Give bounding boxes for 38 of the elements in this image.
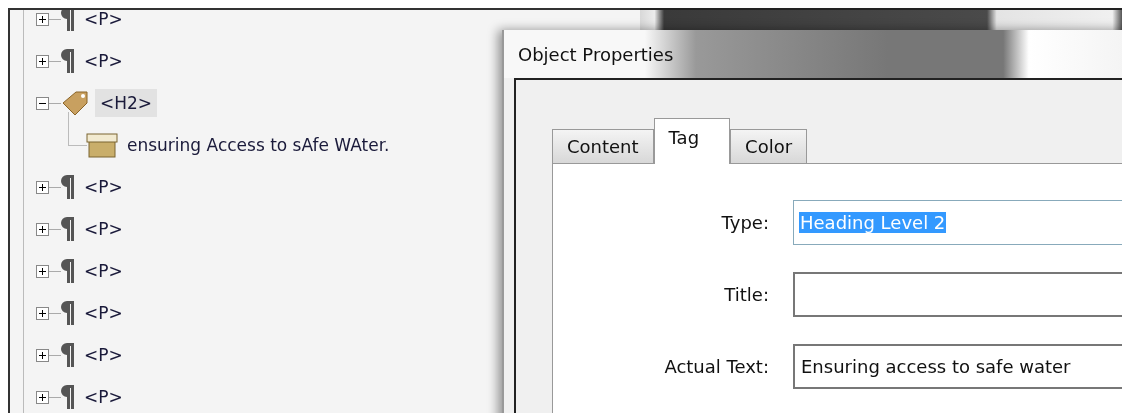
expand-icon[interactable]: [36, 264, 49, 278]
expand-icon[interactable]: [36, 348, 49, 362]
tab[interactable]: Content: [552, 129, 654, 163]
expand-icon[interactable]: [36, 390, 49, 404]
dialog-title: Object Properties: [518, 43, 674, 65]
tree-item[interactable]: <P>: [79, 383, 128, 411]
pilcrow-icon: [61, 384, 75, 410]
tree-item[interactable]: <P>: [79, 215, 128, 243]
expand-icon[interactable]: [36, 222, 49, 236]
pilcrow-icon: [61, 342, 75, 368]
pilcrow-icon: [61, 258, 75, 284]
tree-item[interactable]: <H2>: [95, 89, 158, 117]
tag-icon: [61, 88, 91, 118]
collapse-icon[interactable]: [36, 96, 49, 110]
pilcrow-icon: [61, 174, 75, 200]
expand-icon[interactable]: [36, 180, 49, 194]
tab[interactable]: Tag: [653, 118, 731, 164]
pilcrow-icon: [61, 48, 75, 74]
field-label: Title:: [723, 284, 769, 305]
pilcrow-icon: [61, 300, 75, 326]
tab[interactable]: Color: [730, 129, 808, 163]
expand-icon[interactable]: [36, 54, 49, 68]
tree-item[interactable]: <P>: [79, 10, 128, 33]
tree-item[interactable]: ensuring Access to sAfe WAter.: [122, 131, 395, 159]
tree-item[interactable]: <P>: [79, 299, 128, 327]
pilcrow-icon: [61, 10, 75, 32]
expand-icon[interactable]: [36, 306, 49, 320]
tree-item[interactable]: <P>: [79, 173, 128, 201]
expand-icon[interactable]: [36, 12, 49, 26]
field-label: Actual Text:: [663, 356, 769, 377]
tree-item[interactable]: <P>: [79, 47, 128, 75]
input-field[interactable]: Ensuring access to safe water: [793, 344, 1122, 389]
pilcrow-icon: [61, 216, 75, 242]
input-field[interactable]: [793, 272, 1122, 317]
box-icon: [86, 131, 118, 159]
tree-item[interactable]: <P>: [79, 257, 128, 285]
field-label: Type:: [720, 212, 769, 233]
tree-item[interactable]: <P>: [79, 341, 128, 369]
